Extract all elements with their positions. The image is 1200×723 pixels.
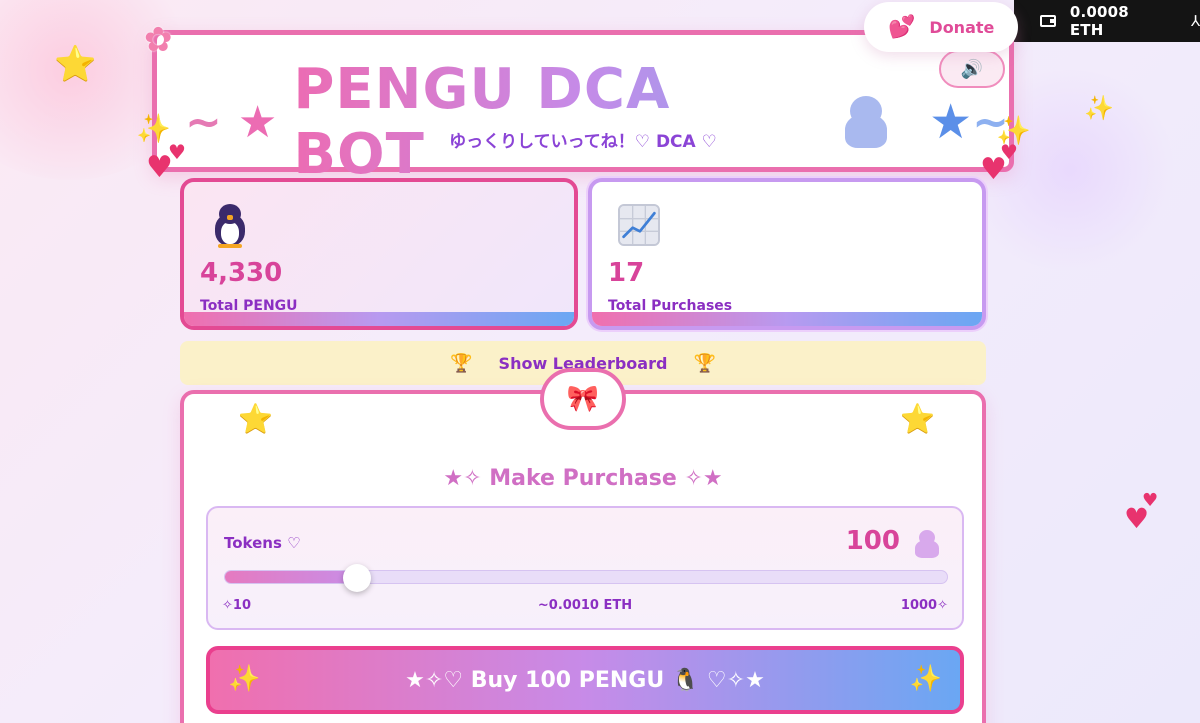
sparkle-icon: ✨ <box>228 664 261 694</box>
heart-icon: 💕 <box>888 14 916 40</box>
page-subtitle: ゆっくりしていってね！♡ DCA ♡ <box>449 132 717 152</box>
sparkle-icon: ✨ <box>1084 94 1114 122</box>
trophy-icon: 🏆 <box>450 352 473 374</box>
donate-button[interactable]: 💕 Donate <box>864 2 1018 52</box>
eth-estimate: ~0.0010 ETH <box>537 598 633 613</box>
page-title: PENGU DCA BOT <box>293 57 819 187</box>
title-row: ~ ★ PENGU DCA BOT ★ ~ <box>185 57 1009 187</box>
penguin-icon <box>210 204 250 248</box>
star-icon: ⭐ <box>54 44 97 84</box>
chart-icon <box>618 204 660 250</box>
buy-button[interactable]: ✨ ★✧♡ Buy 100 PENGU 🐧 ♡✧★ ✨ <box>206 646 964 714</box>
donate-label: Donate <box>929 17 995 37</box>
tokens-label: Tokens ♡ <box>224 534 301 552</box>
wallet-button[interactable]: 0.0008 ETH ⅄ <box>1014 0 1200 42</box>
penguin-icon <box>914 530 940 558</box>
wallet-icon <box>1040 15 1056 27</box>
token-amount: 100 <box>845 526 900 556</box>
slider-thumb[interactable] <box>342 564 371 592</box>
star-icon: ⭐ <box>238 402 273 435</box>
total-pengu-value: 4,330 <box>200 258 283 288</box>
stat-card-total-purchases: 17 Total Purchases <box>588 178 986 330</box>
sakura-icon: ✿ <box>144 20 173 60</box>
token-selector: Tokens ♡ 100 ✧10 ~0.0010 ETH 1000✧ <box>206 506 964 630</box>
token-slider[interactable] <box>224 564 948 592</box>
card-accent-bar <box>184 312 574 326</box>
bow-glyph: 🎀 <box>566 384 600 414</box>
stat-card-total-pengu: 4,330 Total PENGU <box>180 178 578 330</box>
total-purchases-value: 17 <box>608 258 645 288</box>
slider-max-label: 1000✧ <box>900 598 948 613</box>
trophy-icon: 🏆 <box>693 352 716 374</box>
speaker-icon: 🔊 <box>960 58 984 80</box>
sparkle-icon: ✨ <box>136 112 171 145</box>
ribbon-icon: 🎀 <box>540 368 626 430</box>
heart-icon: ♥ <box>1000 140 1018 164</box>
star-icon: ⭐ <box>900 402 935 435</box>
sound-toggle-button[interactable]: 🔊 <box>939 50 1005 88</box>
heart-icon: ♥ <box>1142 490 1159 511</box>
heart-icon: ♥ <box>168 140 186 164</box>
card-accent-bar <box>592 312 982 326</box>
sparkle-icon: ✨ <box>909 664 942 694</box>
wallet-balance: 0.0008 ETH <box>1069 3 1129 39</box>
slider-fill <box>225 571 357 583</box>
wallet-menu-icon[interactable]: ⅄ <box>1191 12 1200 30</box>
purchase-title: ★✧ Make Purchase ✧★ <box>443 466 723 491</box>
purchase-panel: ⭐ ⭐ ★✧ Make Purchase ✧★ Tokens ♡ 100 ✧10… <box>180 390 986 723</box>
buy-button-label: ★✧♡ Buy 100 PENGU 🐧 ♡✧★ <box>405 667 765 693</box>
